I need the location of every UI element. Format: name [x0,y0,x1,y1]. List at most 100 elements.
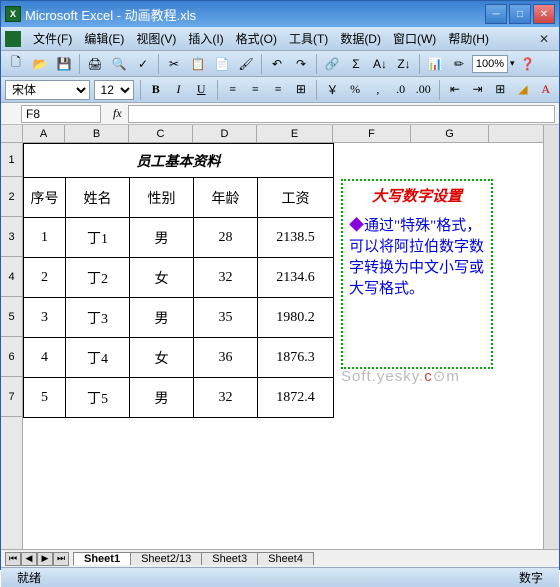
formula-bar[interactable] [128,105,555,123]
col-header[interactable]: F [333,125,411,142]
watermark: Soft.yesky.c⊙m [341,367,460,385]
row-header[interactable]: 5 [1,297,22,337]
dec-decimal-icon[interactable]: .00 [414,79,433,101]
fx-icon[interactable]: fx [113,106,122,121]
drawing-icon[interactable]: ✏ [448,53,470,75]
tab-first-icon[interactable]: ⏮ [5,552,21,566]
tab-prev-icon[interactable]: ◀ [21,552,37,566]
help-icon[interactable]: ❓ [517,53,539,75]
row-header[interactable]: 3 [1,217,22,257]
tab-last-icon[interactable]: ⏭ [53,552,69,566]
align-left-icon[interactable]: ≡ [223,79,242,101]
spell-icon[interactable]: ✓ [132,53,154,75]
row-header[interactable]: 2 [1,177,22,217]
sum-icon[interactable]: Σ [345,53,367,75]
menu-format[interactable]: 格式(O) [230,28,283,49]
select-all-corner[interactable] [1,125,22,143]
underline-button[interactable]: U [192,79,211,101]
format-painter-icon[interactable]: 🖌 [235,53,257,75]
standard-toolbar: 🗋 📂 💾 🖨 🔍 ✓ ✂ 📋 📄 🖌 ↶ ↷ 🔗 Σ A↓ Z↓ 📊 ✏ ▾ … [1,51,559,77]
name-box[interactable]: F8 [21,105,101,123]
redo-icon[interactable]: ↷ [290,53,312,75]
sort-asc-icon[interactable]: A↓ [369,53,391,75]
status-right: 数字 [511,569,551,586]
note-title: 大写数字设置 [349,187,485,208]
minimize-button[interactable]: ─ [485,4,507,24]
sort-desc-icon[interactable]: Z↓ [393,53,415,75]
row-header[interactable]: 6 [1,337,22,377]
header-cell[interactable]: 年龄 [194,178,258,218]
menu-view[interactable]: 视图(V) [130,28,182,49]
menu-help[interactable]: 帮助(H) [442,28,495,49]
new-icon[interactable]: 🗋 [5,53,27,75]
col-header[interactable]: E [257,125,333,142]
vertical-scrollbar[interactable] [543,125,559,549]
header-cell[interactable]: 序号 [24,178,66,218]
copy-icon[interactable]: 📋 [187,53,209,75]
sheet-tab[interactable]: Sheet4 [257,552,314,565]
worksheet-area: 1 2 3 4 5 6 7 A B C D E F G 员工基本资料 序号 姓名… [1,125,559,549]
menu-insert[interactable]: 插入(I) [182,28,229,49]
col-header[interactable]: C [129,125,193,142]
print-icon[interactable]: 🖨 [84,53,106,75]
row-header[interactable]: 7 [1,377,22,417]
header-cell[interactable]: 姓名 [66,178,130,218]
header-cell[interactable]: 性别 [130,178,194,218]
col-header[interactable]: G [411,125,489,142]
titlebar: X Microsoft Excel - 动画教程.xls ─ □ ✕ [1,1,559,27]
bold-button[interactable]: B [146,79,165,101]
tab-nav: ⏮ ◀ ▶ ⏭ [5,552,69,566]
font-color-icon[interactable]: A [536,79,555,101]
row-header[interactable]: 1 [1,143,22,177]
open-icon[interactable]: 📂 [29,53,51,75]
diamond-icon: ◆ [349,218,364,234]
zoom-input[interactable] [472,55,508,73]
title-cell[interactable]: 员工基本资料 [24,144,334,178]
font-select[interactable]: 宋体 [5,80,90,100]
percent-icon[interactable]: % [346,79,365,101]
menu-edit[interactable]: 编辑(E) [78,28,130,49]
col-header[interactable]: B [65,125,129,142]
col-header[interactable]: A [23,125,65,142]
header-cell[interactable]: 工资 [258,178,334,218]
size-select[interactable]: 12 [94,80,134,100]
maximize-button[interactable]: □ [509,4,531,24]
menu-tools[interactable]: 工具(T) [283,28,334,49]
menubar: 文件(F) 编辑(E) 视图(V) 插入(I) 格式(O) 工具(T) 数据(D… [1,27,559,51]
format-toolbar: 宋体 12 B I U ≡ ≡ ≡ ⊞ ￥ % , .0 .00 ⇤ ⇥ ⊞ ◢… [1,77,559,103]
formula-bar-row: F8 fx [1,103,559,125]
indent-inc-icon[interactable]: ⇥ [468,79,487,101]
comma-icon[interactable]: , [369,79,388,101]
zoom-control[interactable]: ▾ [472,55,515,73]
tab-next-icon[interactable]: ▶ [37,552,53,566]
fill-color-icon[interactable]: ◢ [514,79,533,101]
save-icon[interactable]: 💾 [53,53,75,75]
borders-icon[interactable]: ⊞ [491,79,510,101]
paste-icon[interactable]: 📄 [211,53,233,75]
link-icon[interactable]: 🔗 [321,53,343,75]
sheet-tab[interactable]: Sheet3 [201,552,258,565]
menu-data[interactable]: 数据(D) [334,28,387,49]
note-box: 大写数字设置 ◆通过"特殊"格式，可以将阿拉伯数字数字转换为中文小写或大写格式。 [341,179,493,369]
italic-button[interactable]: I [169,79,188,101]
menu-window[interactable]: 窗口(W) [387,28,442,49]
align-center-icon[interactable]: ≡ [246,79,265,101]
sheet-tab[interactable]: Sheet2/13 [130,552,202,565]
indent-dec-icon[interactable]: ⇤ [445,79,464,101]
col-header[interactable]: D [193,125,257,142]
sheet-tab[interactable]: Sheet1 [73,552,131,565]
doc-close-button[interactable]: ✕ [533,30,555,48]
align-right-icon[interactable]: ≡ [269,79,288,101]
menu-file[interactable]: 文件(F) [27,28,78,49]
row-header[interactable]: 4 [1,257,22,297]
close-button[interactable]: ✕ [533,4,555,24]
inc-decimal-icon[interactable]: .0 [391,79,410,101]
merge-icon[interactable]: ⊞ [292,79,311,101]
status-left: 就绪 [9,569,49,586]
note-body: ◆通过"特殊"格式，可以将阿拉伯数字数字转换为中文小写或大写格式。 [349,216,485,300]
chart-icon[interactable]: 📊 [424,53,446,75]
preview-icon[interactable]: 🔍 [108,53,130,75]
cut-icon[interactable]: ✂ [163,53,185,75]
undo-icon[interactable]: ↶ [266,53,288,75]
currency-icon[interactable]: ￥ [323,79,342,101]
